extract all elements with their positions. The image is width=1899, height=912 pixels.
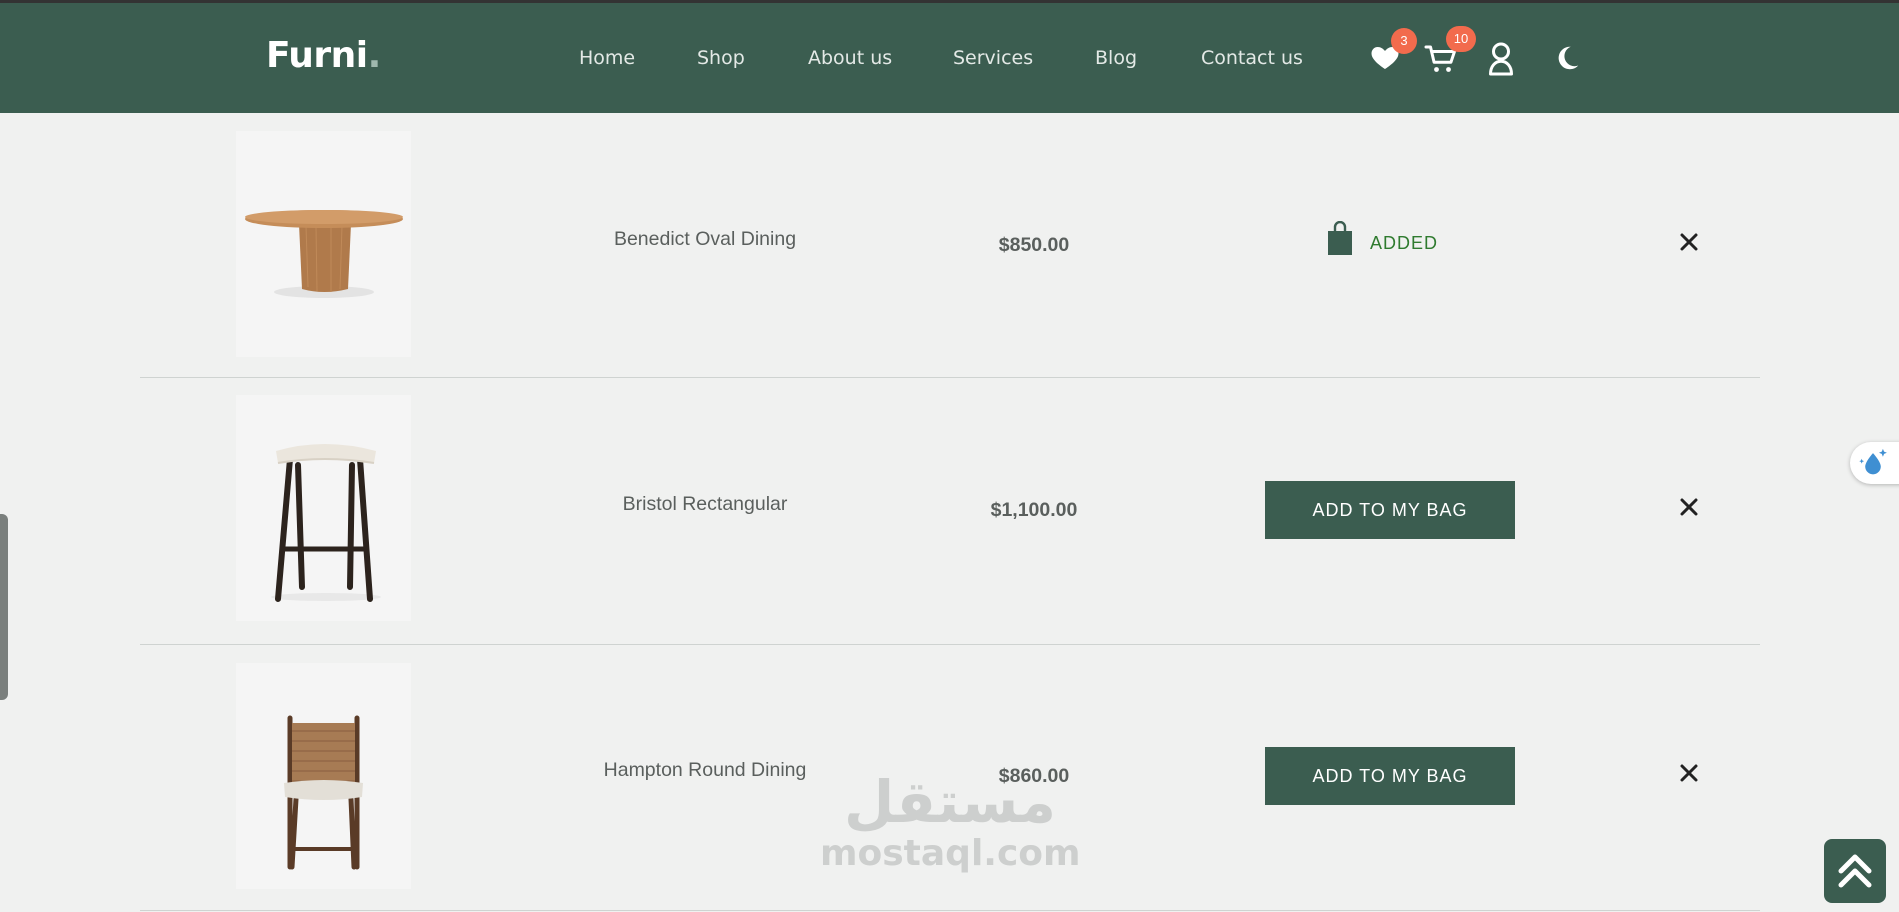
nav-about[interactable]: About us: [808, 47, 892, 69]
wishlist-row: Bristol Rectangular $1,100.00 ADD TO MY …: [140, 378, 1760, 645]
remove-button[interactable]: [1678, 231, 1700, 258]
moon-icon: [1558, 46, 1579, 70]
watermark-arabic: مستقل: [843, 768, 1057, 836]
nav-blog[interactable]: Blog: [1095, 47, 1137, 69]
close-icon: [1680, 498, 1698, 516]
product-name[interactable]: Bristol Rectangular: [555, 493, 855, 516]
product-image[interactable]: [236, 395, 411, 621]
watermark: مستقل mostaql.com: [820, 768, 1081, 874]
nav-home[interactable]: Home: [579, 47, 635, 69]
account-button[interactable]: [1486, 41, 1516, 77]
scroll-to-top-button[interactable]: [1824, 839, 1886, 903]
product-price: $1,100.00: [990, 499, 1078, 521]
product-image[interactable]: [236, 131, 411, 357]
wishlist-count-badge: 3: [1391, 28, 1417, 54]
product-name[interactable]: Benedict Oval Dining: [555, 228, 855, 251]
product-price: $850.00: [998, 234, 1070, 256]
cart-count-badge: 10: [1446, 26, 1476, 52]
close-icon: [1680, 764, 1698, 782]
user-icon: [1489, 42, 1513, 76]
remove-button[interactable]: [1678, 496, 1700, 523]
sparkle-drop-icon: [1859, 448, 1887, 475]
wishlist-row: Benedict Oval Dining $850.00 ADDED: [140, 113, 1760, 378]
oval-table-image: [245, 210, 403, 298]
product-name[interactable]: Hampton Round Dining: [555, 759, 855, 782]
watermark-latin: mostaql.com: [820, 833, 1081, 874]
nav-services[interactable]: Services: [953, 47, 1033, 69]
nav-shop[interactable]: Shop: [697, 47, 745, 69]
main-nav: Home Shop About us Services Blog Contact…: [0, 3, 1899, 113]
add-to-bag-button[interactable]: ADD TO MY BAG: [1265, 481, 1515, 539]
close-icon: [1680, 233, 1698, 251]
bar-stool-image: [271, 444, 381, 602]
theme-toggle[interactable]: [1552, 43, 1582, 73]
side-floating-widget[interactable]: [1850, 442, 1899, 484]
remove-button[interactable]: [1678, 762, 1700, 789]
side-scroll-handle[interactable]: [0, 514, 8, 700]
double-chevron-up-icon: [1838, 854, 1872, 888]
add-to-bag-button[interactable]: ADD TO MY BAG: [1265, 747, 1515, 805]
dining-chair-image: [284, 715, 363, 870]
product-image[interactable]: [236, 663, 411, 889]
site-header: Furni. Home Shop About us Services Blog …: [0, 3, 1899, 113]
bag-icon: [1327, 220, 1353, 262]
added-status: ADDED: [1370, 233, 1439, 253]
nav-contact[interactable]: Contact us: [1201, 47, 1303, 69]
